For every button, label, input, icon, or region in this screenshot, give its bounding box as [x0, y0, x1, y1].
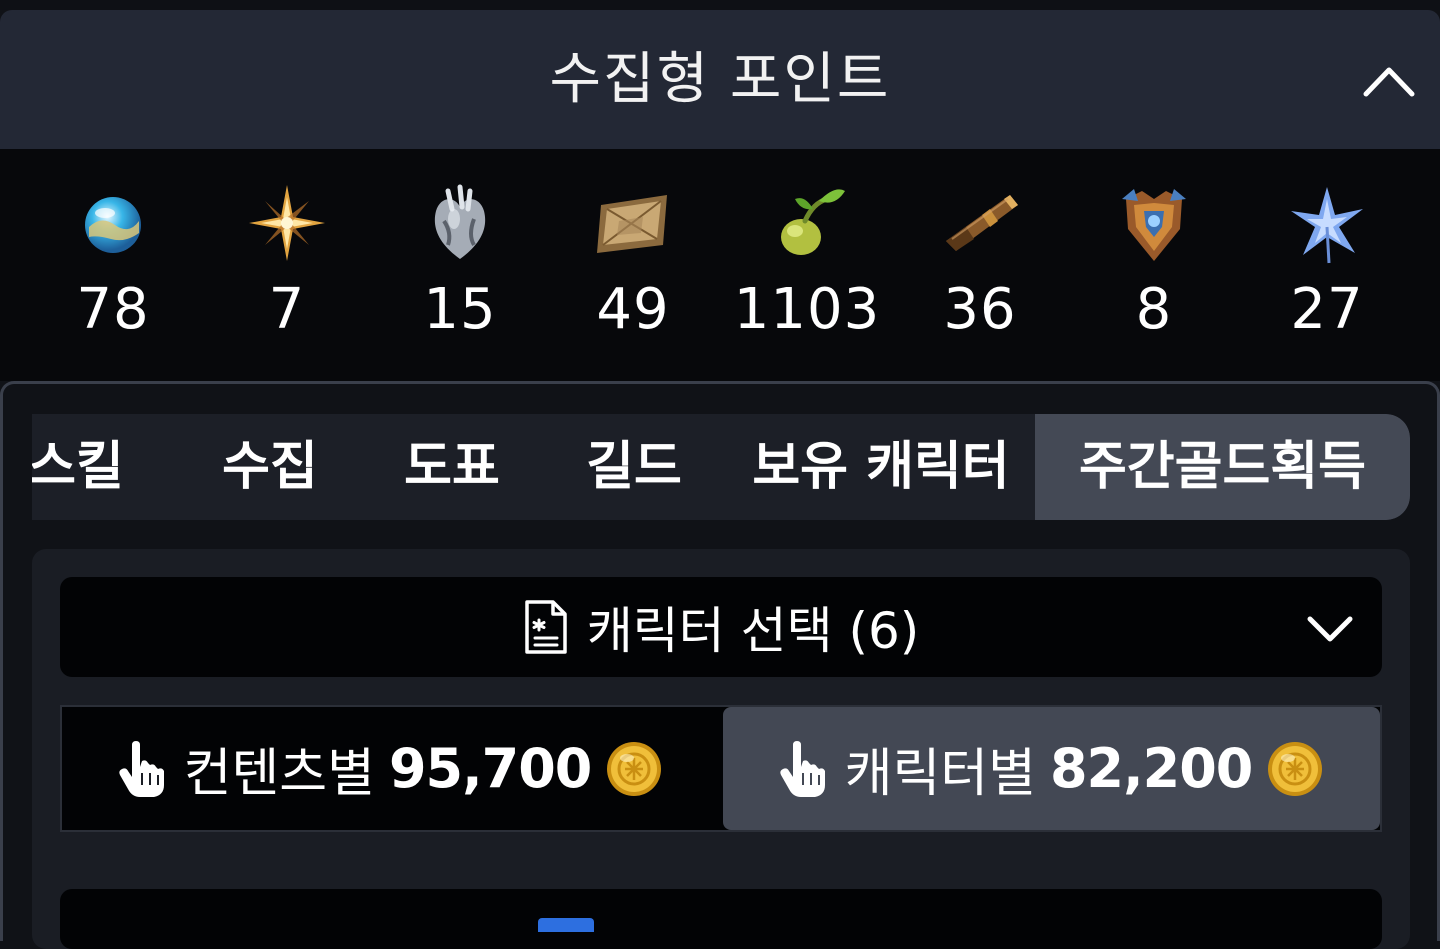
- by-content-button[interactable]: 컨텐츠별 95,700: [62, 707, 719, 830]
- collection-count: 27: [1290, 277, 1364, 342]
- character-select-label: 캐릭터 선택 (6): [586, 602, 920, 660]
- collection-count: 8: [1135, 277, 1173, 342]
- collection-item[interactable]: 78: [27, 149, 199, 381]
- pointer-hand-icon: [779, 740, 825, 797]
- chevron-up-icon[interactable]: [1362, 62, 1416, 100]
- collection-header[interactable]: 수집형 포인트: [0, 10, 1440, 149]
- by-character-label: 캐릭터별: [844, 744, 1036, 804]
- collection-count: 78: [76, 277, 150, 342]
- top-strip: [0, 0, 1440, 10]
- tab-guild[interactable]: 길드: [544, 414, 724, 520]
- collection-item[interactable]: 15: [374, 149, 546, 381]
- mokoko-seed-icon: [781, 189, 845, 255]
- collection-count: 15: [423, 277, 497, 342]
- gold-coin-icon: [607, 741, 662, 796]
- chevron-down-icon: [1307, 616, 1353, 642]
- tab-weekly-gold[interactable]: 주간골드획득: [1035, 414, 1410, 520]
- tag-badge: [538, 918, 594, 932]
- world-tree-leaf-icon: [1291, 187, 1363, 264]
- collection-item[interactable]: 27: [1241, 149, 1413, 381]
- collection-count: 49: [596, 277, 670, 342]
- collection-item[interactable]: 36: [894, 149, 1066, 381]
- island-heart-icon: [85, 197, 141, 253]
- by-character-button[interactable]: 캐릭터별 82,200: [723, 707, 1380, 830]
- collection-item[interactable]: 49: [547, 149, 719, 381]
- collection-points-row: 78 7 15 49 1103 36 8 27: [0, 149, 1440, 381]
- collection-item[interactable]: 7: [201, 149, 373, 381]
- tab-skill[interactable]: 스킬: [32, 414, 160, 520]
- telescope-icon: [946, 195, 1018, 251]
- page-title: 수집형 포인트: [549, 47, 891, 112]
- document-icon: [524, 600, 567, 654]
- by-content-label: 컨텐츠별: [183, 744, 375, 804]
- collection-count: 36: [943, 277, 1017, 342]
- pointer-hand-icon: [118, 740, 164, 797]
- collection-count: 1103: [733, 277, 881, 342]
- collection-count: 7: [268, 277, 306, 342]
- by-character-gold-value: 82,200: [1049, 737, 1253, 800]
- tab-chart[interactable]: 도표: [362, 414, 542, 520]
- tab-bar: 스킬 수집 도표 길드 보유 캐릭터 주간골드획득: [32, 414, 1410, 520]
- tab-owned-characters[interactable]: 보유 캐릭터: [726, 414, 1036, 520]
- gold-coin-icon: [1268, 741, 1323, 796]
- by-content-gold-value: 95,700: [388, 737, 592, 800]
- ignea-token-icon: [1122, 189, 1186, 261]
- character-gold-list: [60, 889, 1382, 949]
- character-select-dropdown[interactable]: 캐릭터 선택 (6): [60, 577, 1382, 677]
- collection-item[interactable]: 1103: [721, 149, 893, 381]
- star-icon: [249, 185, 325, 261]
- collection-item[interactable]: 8: [1068, 149, 1240, 381]
- giant-heart-icon: [434, 184, 486, 259]
- tab-collection[interactable]: 수집: [180, 414, 360, 520]
- artwork-icon: [597, 195, 667, 253]
- gold-mode-toggle: 컨텐츠별 95,700 캐릭터별 82,200: [60, 705, 1382, 832]
